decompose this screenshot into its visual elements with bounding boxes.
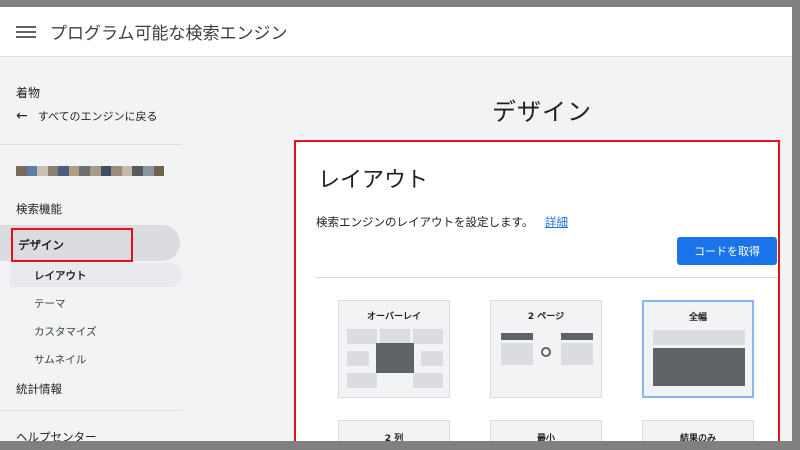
thumbnail-pixel <box>100 166 112 176</box>
layout-option-label: 結果のみ <box>679 434 716 441</box>
thumbnail-pixel <box>111 166 122 176</box>
two-page-preview-block <box>501 333 533 340</box>
sidebar-divider <box>0 410 182 411</box>
layout-option-label: 全幅 <box>688 313 707 323</box>
sidebar-divider <box>0 144 182 145</box>
hamburger-menu-icon[interactable] <box>16 24 36 40</box>
sidebar-subitem-layout[interactable]: レイアウト <box>10 263 182 287</box>
sidebar-subitem-layout-label: レイアウト <box>34 270 87 282</box>
back-to-all-engines-link[interactable]: ← すべてのエンジンに戻る <box>16 108 158 124</box>
card-divider <box>316 277 778 278</box>
card-description: 検索エンジンのレイアウトを設定します。 詳細 <box>316 214 568 230</box>
thumbnail-pixel <box>68 166 80 176</box>
arrow-circle-icon <box>541 347 551 357</box>
two-page-preview-block <box>501 343 533 365</box>
layout-option-full-width[interactable]: 全幅 <box>642 300 754 398</box>
thumbnail-pixel <box>132 166 143 176</box>
thumbnail-pixel <box>16 166 27 176</box>
thumbnail-pixel <box>47 166 59 176</box>
thumbnail-pixel <box>142 166 154 176</box>
sidebar-item-statistics[interactable]: 統計情報 <box>16 381 62 397</box>
details-link[interactable]: 詳細 <box>545 215 568 229</box>
full-width-preview-block <box>653 348 745 386</box>
layout-option-results-only[interactable]: 結果のみ <box>642 420 754 441</box>
layout-option-minimal[interactable]: 最小 <box>490 420 602 441</box>
arrow-back-icon: ← <box>16 108 28 124</box>
description-text: 検索エンジンのレイアウトを設定します。 <box>316 215 534 229</box>
sidebar-subitem-thumbnail[interactable]: サムネイル <box>34 352 86 367</box>
layout-option-two-column[interactable]: 2 列 <box>338 420 450 441</box>
engine-name: 着物 <box>16 86 41 100</box>
sidebar-item-search-features[interactable]: 検索機能 <box>16 201 62 217</box>
overlay-preview-block <box>413 373 443 388</box>
full-width-preview-block <box>653 330 745 345</box>
page-title: デザイン <box>492 98 592 126</box>
thumbnail-pixel <box>153 166 165 176</box>
overlay-preview-block <box>380 329 410 344</box>
app-window: プログラム可能な検索エンジン 着物 ← すべてのエンジンに戻る 検索機能 デザイ… <box>0 7 792 441</box>
layout-option-overlay[interactable]: オーバーレイ <box>338 300 450 398</box>
overlay-preview-block <box>347 351 369 366</box>
thumbnail-pixel <box>90 166 101 176</box>
sidebar-item-help-center[interactable]: ヘルプセンター <box>16 429 97 441</box>
sidebar-subitem-theme[interactable]: テーマ <box>34 296 66 311</box>
get-code-button[interactable]: コードを取得 <box>677 237 777 265</box>
engine-thumbnail <box>16 166 165 176</box>
overlay-preview-block <box>413 329 443 344</box>
design-highlight-box <box>11 228 133 262</box>
layout-option-label: オーバーレイ <box>367 312 421 322</box>
layout-option-label: 2 ページ <box>527 312 565 322</box>
layout-option-two-page[interactable]: 2 ページ <box>490 300 602 398</box>
overlay-preview-dark-block <box>376 343 414 373</box>
layout-option-label: 2 列 <box>384 434 404 441</box>
thumbnail-pixel <box>121 166 133 176</box>
two-page-preview-block <box>561 333 593 340</box>
layout-card: レイアウト 検索エンジンのレイアウトを設定します。 詳細 コードを取得 オーバー… <box>294 140 780 441</box>
overlay-preview-block <box>347 329 377 344</box>
thumbnail-pixel <box>26 166 38 176</box>
card-title: レイアウト <box>318 168 429 193</box>
sidebar: 着物 ← すべてのエンジンに戻る 検索機能 デザイン レイアウト テーマ カスタ… <box>0 58 182 441</box>
top-app-bar: プログラム可能な検索エンジン <box>0 7 792 57</box>
overlay-preview-block <box>347 373 377 388</box>
two-page-preview-block <box>561 343 593 365</box>
sidebar-subitem-customize[interactable]: カスタマイズ <box>34 324 97 339</box>
thumbnail-pixel <box>58 166 69 176</box>
layout-option-label: 最小 <box>536 434 555 441</box>
thumbnail-pixel <box>37 166 48 176</box>
overlay-preview-block <box>421 351 443 366</box>
app-title: プログラム可能な検索エンジン <box>50 24 288 44</box>
back-link-label: すべてのエンジンに戻る <box>37 110 158 123</box>
thumbnail-pixel <box>79 166 91 176</box>
